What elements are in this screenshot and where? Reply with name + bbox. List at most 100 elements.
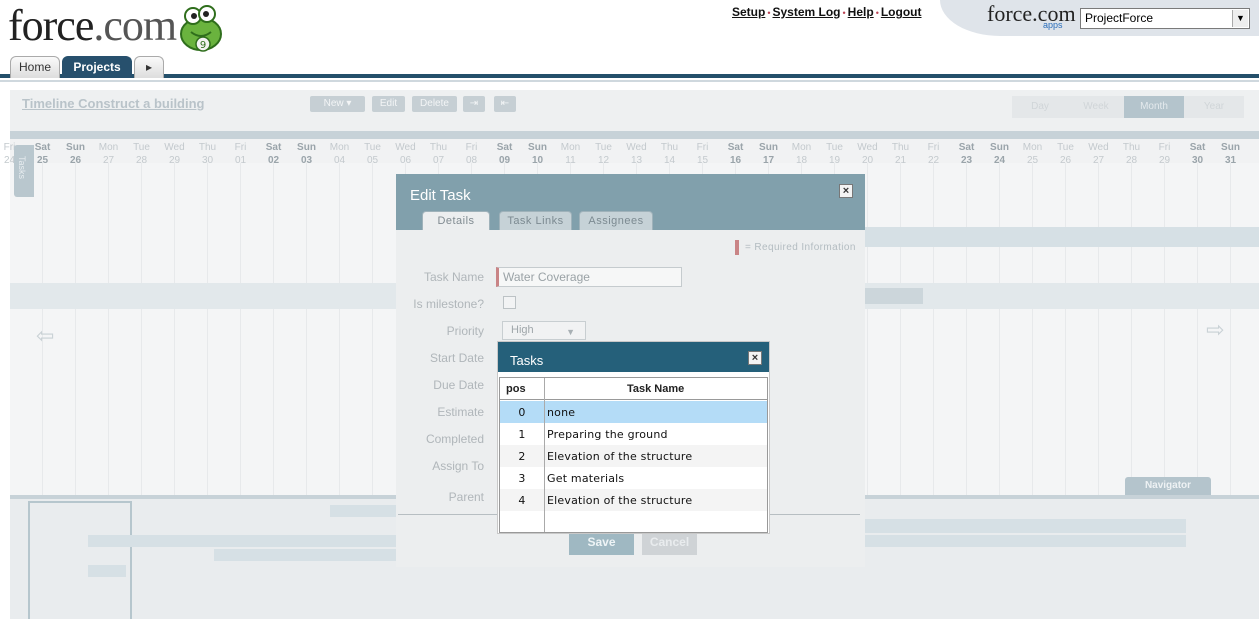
navigator-tab[interactable]: Navigator <box>1125 477 1211 495</box>
day-name: Tue <box>133 142 150 153</box>
row-pos: 2 <box>518 450 526 463</box>
day-name: Thu <box>1122 142 1141 153</box>
day-name: Fri <box>1158 142 1171 153</box>
dialog-header: Edit Task × Details Task Links Assignees <box>396 174 865 230</box>
day-name: Tue <box>826 142 843 153</box>
close-icon[interactable]: × <box>839 184 853 198</box>
view-day[interactable]: Day <box>1012 96 1068 118</box>
day-name: Wed <box>626 142 647 153</box>
task-name-label: Task Name <box>423 270 484 284</box>
task-name-field[interactable]: Water Coverage <box>496 267 682 287</box>
required-marker <box>735 240 739 255</box>
chevron-down-icon: ▼ <box>566 327 575 337</box>
day-name: Sun <box>990 142 1009 153</box>
row-task-name: none <box>547 406 576 419</box>
day-name: Sun <box>759 142 778 153</box>
priority-value: High <box>511 324 534 336</box>
day-name: Wed <box>1088 142 1109 153</box>
edit-button[interactable]: Edit <box>372 96 405 112</box>
day-name: Thu <box>891 142 910 153</box>
day-name: Mon <box>1022 142 1043 153</box>
row-task-name: Get materials <box>547 472 625 485</box>
popup-header: Tasks × <box>498 342 769 372</box>
due-date-label: Due Date <box>433 378 484 392</box>
completed-label: Completed <box>425 432 484 446</box>
system-log-link[interactable]: System Log <box>773 5 841 19</box>
help-link[interactable]: Help <box>848 5 874 19</box>
delete-button[interactable]: Delete <box>412 96 457 112</box>
navigator-viewport[interactable] <box>28 501 132 619</box>
table-row[interactable]: 3 Get materials <box>500 467 767 489</box>
table-row[interactable]: 1 Preparing the ground <box>500 423 767 445</box>
dialog-title: Edit Task <box>410 187 471 204</box>
day-name: Thu <box>429 142 448 153</box>
estimate-label: Estimate <box>437 405 484 419</box>
timeline-day-header: Fri 24 Sat 25 Sun 26 Mon 27 Tue 28 Wed 29 Thu 30 Fri 01… <box>4 131 1259 166</box>
day-name: Sat <box>496 142 513 153</box>
top-links: Setup • System Log • Help • Logout <box>732 5 922 19</box>
day-name: Fri <box>696 142 709 153</box>
app-header: force.com 9 Setup • System Log • Help • Logout… <box>0 0 1259 82</box>
day-name: Wed <box>857 142 878 153</box>
overview-bar <box>865 519 1186 533</box>
view-year[interactable]: Year <box>1184 96 1244 118</box>
parent-label: Parent <box>448 490 484 504</box>
tab-task-links[interactable]: Task Links <box>499 211 572 230</box>
tab-more-arrow[interactable]: ▸ <box>134 56 164 78</box>
day-name: Fri <box>927 142 940 153</box>
popup-title: Tasks <box>510 353 544 368</box>
close-icon[interactable]: × <box>748 351 762 365</box>
day-name: Sat <box>265 142 282 153</box>
day-name: Tue <box>364 142 381 153</box>
tab-details[interactable]: Details <box>422 211 490 230</box>
day-name: Sat <box>958 142 975 153</box>
day-name: Fri <box>234 142 247 153</box>
priority-select[interactable]: High ▼ <box>502 321 586 340</box>
logo-word: force <box>8 1 94 50</box>
indent-icon[interactable]: ⇥ <box>463 96 485 112</box>
tab-assignees[interactable]: Assignees <box>579 211 653 230</box>
logout-link[interactable]: Logout <box>881 5 922 19</box>
row-pos: 1 <box>518 428 526 441</box>
row-pos: 3 <box>518 472 526 485</box>
table-row[interactable]: 4 Elevation of the structure <box>500 489 767 511</box>
scroll-right-icon[interactable]: ⇨ <box>1206 317 1224 343</box>
new-button[interactable]: New ▾ <box>310 96 365 112</box>
view-month[interactable]: Month <box>1124 96 1184 118</box>
col-header-pos[interactable]: pos <box>506 383 526 395</box>
day-name: Wed <box>164 142 185 153</box>
scroll-left-icon[interactable]: ⇦ <box>36 323 54 349</box>
table-row[interactable]: 0 none <box>500 401 767 423</box>
required-legend: = Required Information <box>735 240 856 255</box>
day-name: Sun <box>528 142 547 153</box>
day-name: Thu <box>660 142 679 153</box>
app-root: force.com 9 Setup • System Log • Help • Logout… <box>0 0 1259 619</box>
table-row[interactable]: 2 Elevation of the structure <box>500 445 767 467</box>
outdent-icon[interactable]: ⇤ <box>494 96 516 112</box>
gantt-bar <box>860 288 923 304</box>
app-selector[interactable]: ProjectForce ▼ <box>1080 8 1250 29</box>
day-name: Mon <box>560 142 581 153</box>
setup-link[interactable]: Setup <box>732 5 765 19</box>
view-week[interactable]: Week <box>1068 96 1124 118</box>
day-name: Mon <box>791 142 812 153</box>
day-name: Mon <box>98 142 119 153</box>
milestone-checkbox[interactable] <box>503 296 516 309</box>
row-pos: 0 <box>518 406 526 419</box>
day-name: Tue <box>595 142 612 153</box>
apps-sublabel: apps <box>1043 20 1063 30</box>
tasks-side-tab-label: Tasks <box>17 156 27 180</box>
row-task-name: Elevation of the structure <box>547 494 693 507</box>
day-name: Sat <box>727 142 744 153</box>
overview-bar <box>88 565 126 577</box>
gantt-bar <box>860 227 1259 247</box>
tasks-side-tab[interactable]: Tasks <box>14 145 34 197</box>
day-name: Tue <box>1057 142 1074 153</box>
timeline-title[interactable]: Timeline Construct a building <box>22 96 205 111</box>
col-header-task-name[interactable]: Task Name <box>627 383 684 395</box>
tab-bar: Home Projects ▸ <box>0 54 1259 78</box>
day-name: Sun <box>1221 142 1240 153</box>
tab-projects[interactable]: Projects <box>62 56 132 78</box>
tab-home[interactable]: Home <box>10 56 60 78</box>
required-note: = Required Information <box>745 242 856 254</box>
